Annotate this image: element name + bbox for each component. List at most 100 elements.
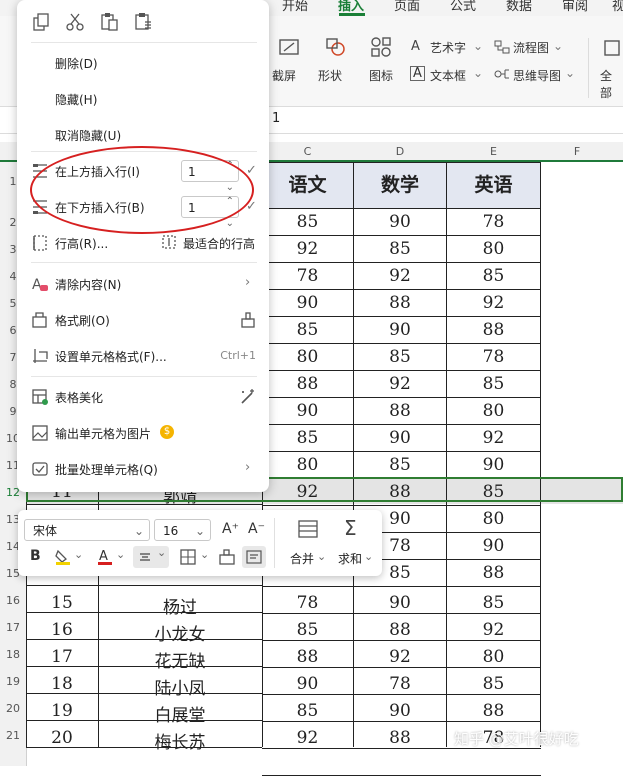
score-cell[interactable]: 90: [354, 212, 446, 232]
score-cell[interactable]: 88: [447, 701, 540, 721]
menu-batch-cells[interactable]: 批量处理单元格(Q): [55, 461, 158, 478]
sum-button[interactable]: 求和: [338, 550, 362, 567]
score-cell[interactable]: 92: [354, 647, 446, 667]
fill-color-icon[interactable]: [54, 548, 72, 566]
name-cell[interactable]: 小龙女: [99, 620, 261, 645]
score-cell[interactable]: 92: [447, 620, 540, 640]
row-index-cell[interactable]: 16: [26, 620, 98, 640]
score-cell[interactable]: 78: [262, 266, 353, 286]
score-cell[interactable]: 92: [354, 374, 446, 394]
decrease-font-icon[interactable]: A⁻: [248, 521, 265, 537]
row-index-cell[interactable]: 15: [26, 593, 98, 613]
score-cell[interactable]: 80: [447, 401, 540, 421]
header-cell-english[interactable]: 英语: [447, 162, 540, 208]
name-cell[interactable]: 陆小凤: [99, 674, 261, 699]
score-cell[interactable]: 88: [354, 293, 446, 313]
tab-insert[interactable]: 插入: [338, 0, 364, 14]
tab-home[interactable]: 开始: [282, 0, 308, 14]
menu-clear-contents[interactable]: 清除内容(N): [55, 276, 121, 293]
copy-icon[interactable]: [31, 12, 51, 32]
menu-delete[interactable]: 删除(D): [55, 55, 98, 72]
tab-view[interactable]: 视: [612, 0, 623, 14]
menu-best-fit-height[interactable]: 最适合的行高: [183, 235, 255, 252]
score-cell[interactable]: 90: [354, 320, 446, 340]
score-cell[interactable]: 90: [447, 536, 540, 556]
menu-format-cells[interactable]: 设置单元格格式(F)...: [55, 348, 167, 365]
menu-hide[interactable]: 隐藏(H): [55, 91, 97, 108]
score-cell[interactable]: 85: [262, 701, 353, 721]
score-cell[interactable]: 90: [262, 293, 353, 313]
score-cell[interactable]: 80: [447, 509, 540, 529]
mindmap-button[interactable]: 思维导图: [513, 67, 561, 84]
score-cell[interactable]: 92: [354, 266, 446, 286]
column-header-f[interactable]: F: [541, 142, 613, 161]
bold-icon[interactable]: B: [30, 548, 41, 564]
score-cell[interactable]: 85: [262, 428, 353, 448]
score-cell[interactable]: 90: [354, 428, 446, 448]
brush-icon[interactable]: [239, 311, 257, 329]
score-cell[interactable]: 85: [447, 266, 540, 286]
tab-page[interactable]: 页面: [394, 0, 420, 14]
column-header-d[interactable]: D: [354, 142, 446, 161]
row-number[interactable]: 18: [0, 648, 26, 661]
chevron-down-icon[interactable]: ⌄: [116, 548, 125, 561]
score-cell[interactable]: 85: [447, 593, 540, 613]
wordart-button[interactable]: 艺术字: [430, 39, 466, 56]
merge-button[interactable]: 合并: [290, 550, 314, 567]
column-header-e[interactable]: E: [447, 142, 540, 161]
score-cell[interactable]: 90: [262, 674, 353, 694]
menu-format-painter[interactable]: 格式刷(O): [55, 312, 110, 329]
score-cell[interactable]: 88: [354, 728, 446, 748]
score-cell[interactable]: 80: [447, 239, 540, 259]
score-cell[interactable]: 90: [354, 701, 446, 721]
header-cell-math[interactable]: 数学: [354, 162, 446, 208]
score-cell[interactable]: 92: [262, 239, 353, 259]
tab-formula[interactable]: 公式: [450, 0, 476, 14]
row-index-cell[interactable]: 19: [26, 701, 98, 721]
row-number[interactable]: 21: [0, 729, 26, 742]
font-name-select[interactable]: 宋体 ⌄: [24, 519, 150, 541]
name-cell[interactable]: 花无缺: [99, 647, 261, 672]
menu-row-height[interactable]: 行高(R)...: [55, 235, 108, 252]
score-cell[interactable]: 88: [354, 401, 446, 421]
increase-font-icon[interactable]: A⁺: [222, 521, 239, 537]
menu-table-beautify[interactable]: 表格美化: [55, 389, 103, 406]
tab-data[interactable]: 数据: [506, 0, 532, 14]
score-cell[interactable]: 80: [447, 647, 540, 667]
score-cell[interactable]: 88: [354, 620, 446, 640]
row-number[interactable]: 20: [0, 702, 26, 715]
score-cell[interactable]: 85: [262, 212, 353, 232]
tab-review[interactable]: 审阅: [562, 0, 588, 14]
score-cell[interactable]: 85: [262, 320, 353, 340]
border-icon[interactable]: [180, 549, 196, 565]
paste-special-icon[interactable]: [133, 11, 153, 31]
row-number[interactable]: 16: [0, 594, 26, 607]
score-cell[interactable]: 85: [262, 620, 353, 640]
score-cell[interactable]: 85: [354, 455, 446, 475]
header-cell-chinese[interactable]: 语文: [262, 162, 353, 208]
row-index-cell[interactable]: 18: [26, 674, 98, 694]
align-button[interactable]: ⌄: [133, 546, 169, 568]
score-cell[interactable]: 85: [354, 347, 446, 367]
flowchart-button[interactable]: 流程图: [513, 39, 549, 56]
format-painter-icon[interactable]: [219, 549, 235, 565]
chevron-down-icon[interactable]: ⌄: [74, 548, 83, 561]
paste-icon[interactable]: [99, 11, 119, 31]
screenshot-button[interactable]: 截屏: [272, 67, 296, 84]
score-cell[interactable]: 78: [447, 212, 540, 232]
chevron-down-icon[interactable]: ⌄: [200, 548, 209, 561]
all-button[interactable]: 全部: [600, 67, 623, 101]
score-cell[interactable]: 88: [447, 563, 540, 583]
row-number[interactable]: 17: [0, 621, 26, 634]
score-cell[interactable]: 88: [447, 320, 540, 340]
score-cell[interactable]: 92: [447, 428, 540, 448]
score-cell[interactable]: 90: [262, 401, 353, 421]
wrap-text-button[interactable]: [242, 546, 266, 568]
score-cell[interactable]: 85: [447, 674, 540, 694]
menu-unhide[interactable]: 取消隐藏(U): [55, 127, 121, 144]
magic-wand-icon[interactable]: [239, 388, 257, 406]
icons-button[interactable]: 图标: [369, 67, 393, 84]
score-cell[interactable]: 85: [354, 239, 446, 259]
font-color-icon[interactable]: A: [96, 548, 114, 566]
menu-export-image[interactable]: 输出单元格为图片: [55, 425, 151, 442]
